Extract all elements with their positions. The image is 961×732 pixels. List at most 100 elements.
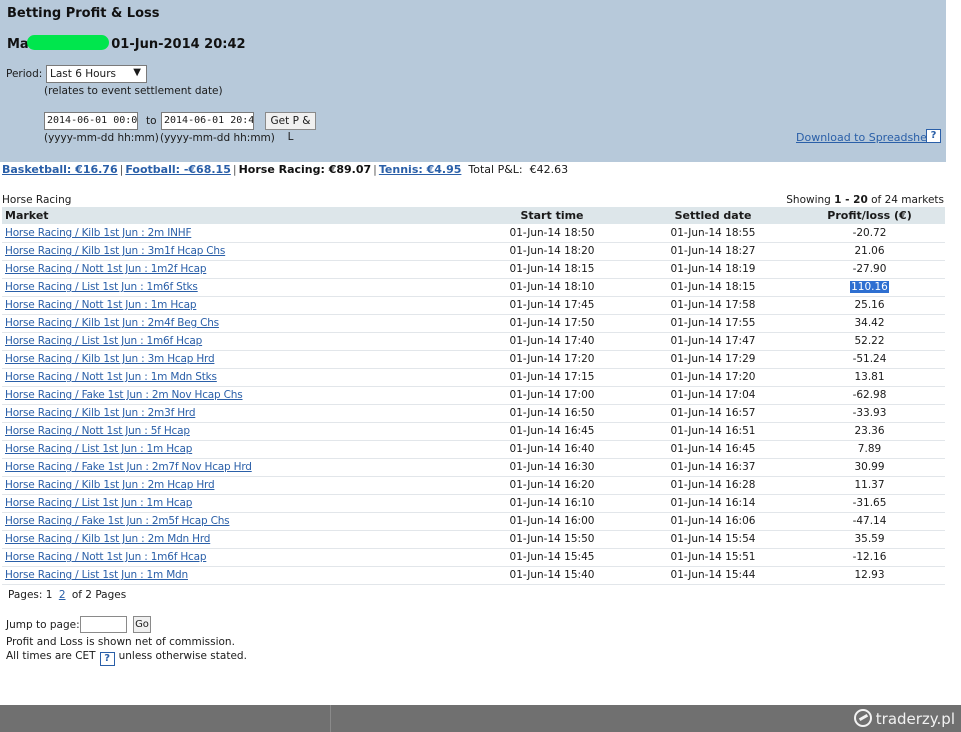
settled-date-cell: 01-Jun-14 18:15 (632, 278, 794, 297)
market-cell: Horse Racing / Nott 1st Jun : 5f Hcap (2, 422, 472, 441)
page-2-link[interactable]: 2 (56, 589, 69, 601)
table-row: Horse Racing / Nott 1st Jun : 5f Hcap 01-… (2, 422, 945, 441)
profit-loss-value: -33.93 (852, 407, 887, 419)
market-link[interactable]: Horse Racing / Nott 1st Jun : 1m Mdn Stk… (5, 371, 217, 383)
profit-loss-cell: -20.72 (794, 224, 945, 243)
market-link[interactable]: Horse Racing / Nott 1st Jun : 1m Hcap (5, 299, 197, 311)
settled-date-cell: 01-Jun-14 16:28 (632, 476, 794, 495)
profit-loss-cell: -47.14 (794, 512, 945, 531)
profit-loss-cell: 34.42 (794, 314, 945, 333)
timezone-help-icon[interactable]: ? (99, 652, 115, 666)
profit-loss-value: 30.99 (854, 461, 885, 473)
market-link[interactable]: Horse Racing / List 1st Jun : 1m6f Hcap (5, 335, 202, 347)
market-link[interactable]: Horse Racing / Kilb 1st Jun : 3m Hcap Hr… (5, 353, 215, 365)
market-link[interactable]: Horse Racing / List 1st Jun : 1m6f Stks (5, 281, 198, 293)
period-label: Period: (6, 68, 43, 80)
settled-date-cell: 01-Jun-14 17:29 (632, 350, 794, 369)
market-link[interactable]: Horse Racing / Nott 1st Jun : 5f Hcap (5, 425, 190, 437)
settled-date-cell: 01-Jun-14 17:20 (632, 368, 794, 387)
report-header-panel: Betting Profit & Loss Ma 01-Jun-2014 20:… (0, 0, 946, 162)
settled-date-cell: 01-Jun-14 16:37 (632, 458, 794, 477)
table-row: Horse Racing / Kilb 1st Jun : 2m4f Beg C… (2, 314, 945, 333)
profit-loss-cell: 21.06 (794, 242, 945, 261)
period-note: (relates to event settlement date) (44, 85, 223, 97)
start-time-cell: 01-Jun-14 17:15 (472, 368, 632, 387)
profit-loss-value: 7.89 (857, 443, 882, 455)
market-link[interactable]: Horse Racing / Kilb 1st Jun : 2m Hcap Hr… (5, 479, 215, 491)
go-button[interactable]: Go (133, 616, 151, 633)
market-link[interactable]: Horse Racing / List 1st Jun : 1m Hcap (5, 497, 192, 509)
column-header-profit-loss[interactable]: Profit/loss (€) (794, 207, 945, 224)
market-link[interactable]: Horse Racing / List 1st Jun : 1m Mdn (5, 569, 188, 581)
download-spreadsheet-link[interactable]: Download to Spreadsheet (796, 131, 938, 144)
start-time-cell: 01-Jun-14 17:00 (472, 386, 632, 405)
market-link[interactable]: Horse Racing / Fake 1st Jun : 2m7f Nov H… (5, 461, 252, 473)
profit-loss-value: 35.59 (854, 533, 885, 545)
market-cell: Horse Racing / Kilb 1st Jun : 2m INHF (2, 224, 472, 243)
market-link[interactable]: Horse Racing / Kilb 1st Jun : 2m Mdn Hrd (5, 533, 210, 545)
basketball-total-link[interactable]: Basketball: €16.76 (2, 163, 118, 176)
table-row: Horse Racing / Nott 1st Jun : 1m Hcap 01-… (2, 296, 945, 315)
table-row: Horse Racing / Fake 1st Jun : 2m Nov Hca… (2, 386, 945, 405)
settled-date-cell: 01-Jun-14 16:14 (632, 494, 794, 513)
section-label: Horse Racing (2, 194, 72, 206)
from-date-input[interactable]: 2014-06-01 00:00 (44, 112, 138, 130)
market-link[interactable]: Horse Racing / Nott 1st Jun : 1m2f Hcap (5, 263, 206, 275)
start-time-cell: 01-Jun-14 15:45 (472, 548, 632, 567)
settled-date-cell: 01-Jun-14 17:55 (632, 314, 794, 333)
get-pl-button[interactable]: Get P & L (265, 112, 316, 143)
market-link[interactable]: Horse Racing / Fake 1st Jun : 2m Nov Hca… (5, 389, 243, 401)
market-link[interactable]: Horse Racing / Fake 1st Jun : 2m5f Hcap … (5, 515, 230, 527)
profit-loss-cell: 23.36 (794, 422, 945, 441)
start-time-cell: 01-Jun-14 18:50 (472, 224, 632, 243)
profit-loss-value: 11.37 (854, 479, 885, 491)
football-total-link[interactable]: Football: -€68.15 (125, 163, 231, 176)
settled-date-cell: 01-Jun-14 16:06 (632, 512, 794, 531)
tennis-total-link[interactable]: Tennis: €4.95 (379, 163, 462, 176)
market-link[interactable]: Horse Racing / Kilb 1st Jun : 3m1f Hcap … (5, 245, 225, 257)
table-row: Horse Racing / Kilb 1st Jun : 2m Hcap Hr… (2, 476, 945, 495)
column-header-settled-date[interactable]: Settled date (632, 207, 794, 224)
market-link[interactable]: Horse Racing / Nott 1st Jun : 1m6f Hcap (5, 551, 206, 563)
market-link[interactable]: Horse Racing / Kilb 1st Jun : 2m3f Hrd (5, 407, 195, 419)
column-header-start-time[interactable]: Start time (472, 207, 632, 224)
profit-loss-value: 21.06 (854, 245, 885, 257)
market-link[interactable]: Horse Racing / Kilb 1st Jun : 2m4f Beg C… (5, 317, 219, 329)
start-time-cell: 01-Jun-14 16:00 (472, 512, 632, 531)
watermark-bar: traderzy.pl (0, 705, 961, 732)
period-select[interactable]: Last 6 Hours ▼ (46, 65, 147, 83)
help-icon[interactable]: ? (926, 129, 941, 143)
market-link[interactable]: Horse Racing / Kilb 1st Jun : 2m INHF (5, 227, 192, 239)
settled-date-cell: 01-Jun-14 17:58 (632, 296, 794, 315)
timezone-note: All times are CET? unless otherwise state… (6, 650, 247, 666)
pagination: Pages: 1 2 of 2 Pages (8, 589, 126, 601)
market-cell: Horse Racing / Fake 1st Jun : 2m5f Hcap … (2, 512, 472, 531)
profit-loss-value: 110.16 (850, 281, 889, 293)
settled-date-cell: 01-Jun-14 15:44 (632, 566, 794, 585)
table-row: Horse Racing / List 1st Jun : 1m Mdn 01-J… (2, 566, 945, 585)
profit-loss-cell: -12.16 (794, 548, 945, 567)
start-time-cell: 01-Jun-14 16:40 (472, 440, 632, 459)
table-row: Horse Racing / Kilb 1st Jun : 3m1f Hcap … (2, 242, 945, 261)
table-row: Horse Racing / Kilb 1st Jun : 2m3f Hrd 01… (2, 404, 945, 423)
table-row: Horse Racing / Fake 1st Jun : 2m7f Nov H… (2, 458, 945, 477)
market-cell: Horse Racing / List 1st Jun : 1m6f Hcap (2, 332, 472, 351)
column-header-market[interactable]: Market (2, 207, 472, 224)
start-time-cell: 01-Jun-14 18:10 (472, 278, 632, 297)
showing-count: Showing 1 - 20 of 24 markets (786, 194, 944, 206)
profit-loss-value: -31.65 (852, 497, 887, 509)
market-cell: Horse Racing / Nott 1st Jun : 1m Hcap (2, 296, 472, 315)
table-row: Horse Racing / Nott 1st Jun : 1m6f Hcap 0… (2, 548, 945, 567)
period-select-value: Last 6 Hours (50, 68, 116, 80)
page-title: Betting Profit & Loss (7, 6, 160, 21)
market-cell: Horse Racing / List 1st Jun : 1m6f Stks (2, 278, 472, 297)
to-date-input[interactable]: 2014-06-01 20:42 (161, 112, 254, 130)
to-date-format-hint: (yyyy-mm-dd hh:mm) (160, 132, 275, 144)
profit-loss-cell: 7.89 (794, 440, 945, 459)
profit-loss-cell: -33.93 (794, 404, 945, 423)
market-link[interactable]: Horse Racing / List 1st Jun : 1m Hcap (5, 443, 192, 455)
profit-loss-value: 25.16 (854, 299, 885, 311)
market-cell: Horse Racing / Nott 1st Jun : 1m2f Hcap (2, 260, 472, 279)
watermark-text: traderzy.pl (875, 710, 955, 728)
jump-to-page-input[interactable] (80, 616, 127, 633)
